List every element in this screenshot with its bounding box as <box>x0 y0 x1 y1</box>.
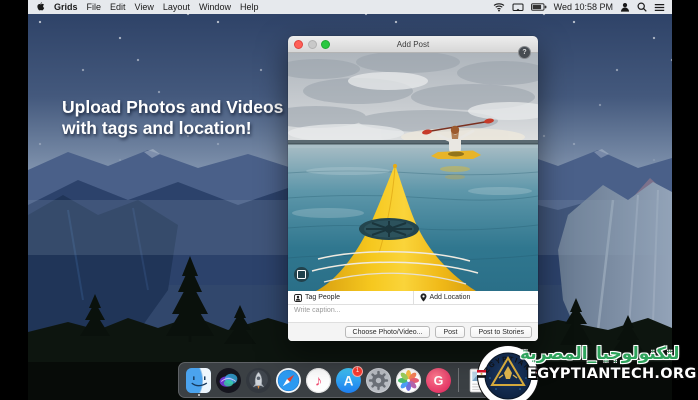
window-titlebar[interactable]: Add Post <box>288 36 538 53</box>
egypt-flag-left <box>477 370 486 378</box>
svg-text:G: G <box>434 374 444 388</box>
dock-icon-app-store[interactable]: A 1 <box>336 368 361 393</box>
menu-view[interactable]: View <box>135 2 154 12</box>
tag-people-label: Tag People <box>305 294 340 301</box>
svg-text:A: A <box>344 373 354 388</box>
menu-edit[interactable]: Edit <box>110 2 126 12</box>
wifi-icon[interactable] <box>493 2 505 12</box>
post-button[interactable]: Post <box>435 326 465 338</box>
dock-icon-system-preferences[interactable] <box>366 368 391 393</box>
window-title: Add Post <box>288 40 538 49</box>
post-photo-preview <box>288 53 538 291</box>
running-indicator <box>198 394 201 397</box>
app-store-badge: 1 <box>352 366 363 377</box>
dock-icon-finder[interactable] <box>186 368 211 393</box>
caption-input[interactable]: Write caption... <box>288 305 538 323</box>
menu-clock[interactable]: Wed 10:58 PM <box>554 2 613 12</box>
watermark-arabic-text: لتكنولوجيا_المصرية <box>520 344 686 364</box>
dock-icon-itunes[interactable]: ♪ <box>306 368 331 393</box>
menu-bar: Grids File Edit View Layout Window Help … <box>28 0 672 14</box>
add-post-window: Add Post ? <box>288 36 538 341</box>
apple-menu-icon[interactable] <box>35 1 45 14</box>
notification-center-icon[interactable] <box>654 3 665 12</box>
display-icon[interactable] <box>512 3 524 12</box>
screen-area: Grids File Edit View Layout Window Help … <box>28 0 672 400</box>
dock-icon-safari[interactable] <box>276 368 301 393</box>
crop-icon <box>297 270 306 279</box>
battery-icon[interactable] <box>531 3 547 11</box>
dock-icon-photos[interactable] <box>396 368 421 393</box>
add-location-button[interactable]: Add Location <box>414 291 539 304</box>
desktop-screenshot: Grids File Edit View Layout Window Help … <box>0 0 698 400</box>
promo-headline: Upload Photos and Videos with tags and l… <box>62 97 283 138</box>
menu-layout[interactable]: Layout <box>163 2 190 12</box>
tag-people-button[interactable]: Tag People <box>288 291 414 304</box>
menu-app-name[interactable]: Grids <box>54 2 78 12</box>
watermark-site-text: EGYPTIANTECH.ORG <box>527 366 697 382</box>
menu-file[interactable]: File <box>87 2 102 12</box>
post-to-stories-button[interactable]: Post to Stories <box>470 326 532 338</box>
dock-icon-siri[interactable] <box>216 368 241 393</box>
svg-text:♪: ♪ <box>315 373 322 389</box>
dock-icon-grids[interactable]: G <box>426 368 451 393</box>
post-controls: Tag People Add Location Write caption...… <box>288 291 538 341</box>
dock: ♪ A 1 G <box>178 362 499 398</box>
add-location-label: Add Location <box>430 294 471 301</box>
running-indicator <box>438 394 441 397</box>
user-icon[interactable] <box>620 2 630 12</box>
dock-separator <box>458 368 459 392</box>
promo-headline-line2: with tags and location! <box>62 118 283 139</box>
choose-photo-video-button[interactable]: Choose Photo/Video... <box>345 326 431 338</box>
search-icon[interactable] <box>637 2 647 12</box>
expand-crop-button[interactable] <box>294 267 309 282</box>
menu-window[interactable]: Window <box>199 2 231 12</box>
promo-headline-line1: Upload Photos and Videos <box>62 97 283 118</box>
tag-people-icon <box>294 294 302 302</box>
location-pin-icon <box>420 293 427 302</box>
help-button[interactable]: ? <box>518 46 531 59</box>
menu-help[interactable]: Help <box>240 2 259 12</box>
dock-icon-launchpad[interactable] <box>246 368 271 393</box>
